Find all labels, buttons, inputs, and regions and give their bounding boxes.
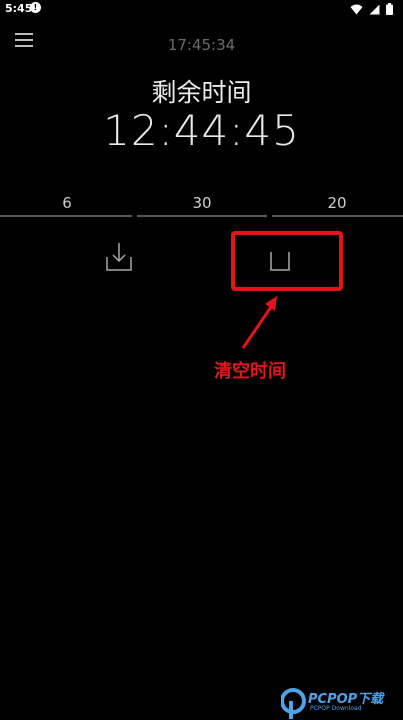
current-time: 17:45:34	[167, 36, 236, 54]
signal-icon	[369, 4, 380, 14]
seconds-picker[interactable]: 20	[270, 194, 403, 212]
highlight-box	[231, 231, 343, 291]
arrow-icon	[241, 296, 277, 349]
hours-picker[interactable]: 6	[0, 194, 134, 212]
remaining-time-label: 剩余时间	[151, 78, 252, 107]
notification-icon: !	[30, 2, 41, 13]
download-icon	[106, 243, 132, 271]
minutes-underline	[137, 215, 267, 217]
hours-underline	[0, 215, 132, 217]
status-bar: 5:45 !	[0, 0, 403, 18]
minutes-picker[interactable]: 30	[135, 194, 269, 212]
save-button[interactable]	[104, 240, 134, 274]
status-icons	[350, 3, 393, 15]
remaining-time-value: 12:44:45	[103, 106, 300, 155]
battery-icon	[386, 3, 393, 15]
annotation-label: 清空时间	[214, 361, 286, 382]
watermark-subtext: PCPOP Download	[310, 705, 362, 712]
status-time: 5:45	[5, 2, 33, 15]
seconds-underline	[272, 215, 403, 217]
wifi-icon	[350, 4, 363, 14]
